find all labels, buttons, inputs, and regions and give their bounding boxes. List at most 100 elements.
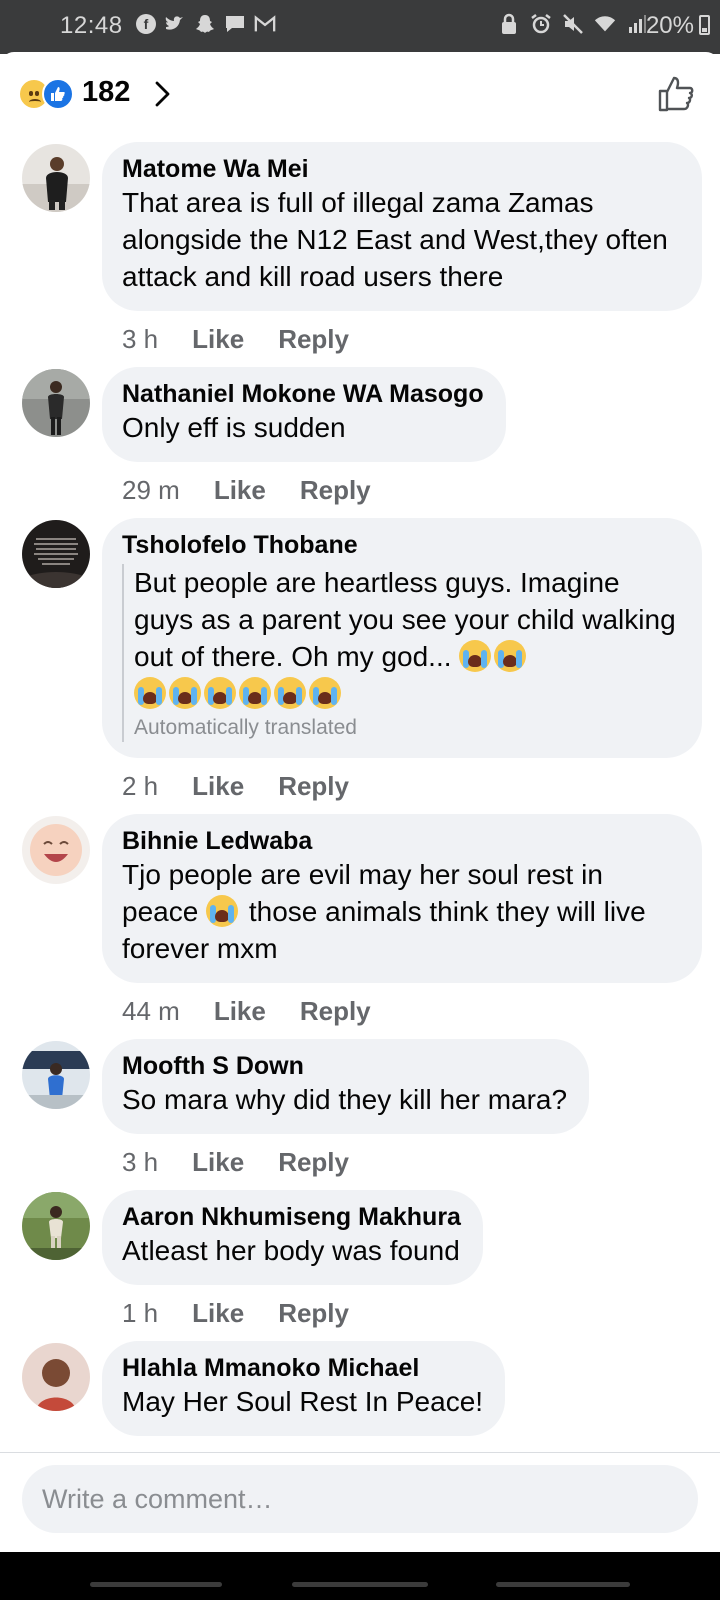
comment-text: That area is full of illegal zama Zamas … — [122, 187, 668, 292]
comment-item: Bihnie Ledwaba Tjo people are evil may h… — [0, 814, 720, 1039]
alarm-icon — [530, 12, 552, 36]
system-icons — [498, 12, 648, 36]
translated-block: But people are heartless guys. Imagine g… — [122, 564, 680, 742]
comment-author[interactable]: Moofth S Down — [122, 1051, 567, 1081]
comment-item: Tsholofelo Thobane But people are heartl… — [0, 518, 720, 814]
reaction-icons — [18, 78, 76, 110]
comment-time: 1 h — [122, 1297, 159, 1328]
comments-sheet: 182 Matome Wa Mei That area is full of i… — [0, 52, 720, 1552]
comment-text: Only eff is sudden — [122, 412, 346, 443]
crying-face-icon — [169, 677, 201, 709]
translation-note[interactable]: Automatically translated — [134, 714, 680, 742]
chevron-right-icon[interactable] — [148, 78, 178, 110]
reactions-bar[interactable]: 182 — [0, 52, 720, 136]
gmail-icon — [254, 12, 276, 36]
avatar[interactable] — [22, 816, 90, 884]
comment-author[interactable]: Tsholofelo Thobane — [122, 530, 680, 560]
crying-face-icon — [239, 677, 271, 709]
crying-face-icon — [274, 677, 306, 709]
battery-percent: 20% — [645, 12, 694, 39]
comment-author[interactable]: Hlahla Mmanoko Michael — [122, 1353, 483, 1383]
comment-item: Hlahla Mmanoko Michael May Her Soul Rest… — [0, 1341, 720, 1436]
avatar[interactable] — [22, 369, 90, 437]
comment-text-part: those animals think they will live forev… — [122, 896, 646, 964]
mute-icon — [562, 12, 584, 36]
comment-bubble[interactable]: Bihnie Ledwaba Tjo people are evil may h… — [102, 814, 702, 983]
like-button[interactable]: Like — [192, 1298, 244, 1329]
comment-author[interactable]: Bihnie Ledwaba — [122, 826, 680, 856]
crying-face-icon — [206, 895, 239, 927]
avatar[interactable] — [22, 1343, 90, 1411]
like-button[interactable]: Like — [214, 475, 266, 506]
twitter-icon — [164, 12, 186, 36]
crying-face-icon — [494, 640, 527, 672]
comment-item: Matome Wa Mei That area is full of illeg… — [0, 142, 720, 367]
crying-face-icon — [204, 677, 236, 709]
comment-bubble[interactable]: Nathaniel Mokone WA Masogo Only eff is s… — [102, 367, 506, 462]
comment-text-body: But people are heartless guys. Imagine g… — [134, 567, 676, 672]
comment-input[interactable] — [22, 1465, 698, 1533]
signal-icon — [626, 12, 648, 36]
status-bar: 12:48 f 20% — [0, 0, 720, 54]
like-button[interactable]: Like — [192, 324, 244, 355]
message-icon — [224, 12, 246, 36]
avatar[interactable] — [22, 1041, 90, 1109]
like-button[interactable]: Like — [214, 996, 266, 1027]
nav-back-button[interactable] — [496, 1582, 630, 1587]
like-button[interactable]: Like — [192, 1147, 244, 1178]
comment-bubble[interactable]: Matome Wa Mei That area is full of illeg… — [102, 142, 702, 311]
reply-button[interactable]: Reply — [300, 475, 371, 506]
comment-bubble[interactable]: Aaron Nkhumiseng Makhura Atleast her bod… — [102, 1190, 483, 1285]
comment-bubble[interactable]: Tsholofelo Thobane But people are heartl… — [102, 518, 702, 758]
comment-item: Nathaniel Mokone WA Masogo Only eff is s… — [0, 367, 720, 518]
crying-face-icon — [459, 640, 492, 672]
comment-author[interactable]: Matome Wa Mei — [122, 154, 680, 184]
lock-icon — [498, 12, 520, 36]
system-nav-bar — [0, 1552, 720, 1600]
reaction-count: 182 — [82, 76, 131, 108]
snapchat-icon — [194, 12, 216, 36]
comment-item: Aaron Nkhumiseng Makhura Atleast her bod… — [0, 1190, 720, 1341]
like-post-button[interactable] — [656, 74, 696, 114]
comment-actions: 2 h Like Reply — [102, 758, 702, 814]
nav-home-button[interactable] — [292, 1582, 428, 1587]
comment-list: Matome Wa Mei That area is full of illeg… — [0, 142, 720, 1498]
comment-bubble[interactable]: Hlahla Mmanoko Michael May Her Soul Rest… — [102, 1341, 506, 1436]
avatar[interactable] — [22, 1192, 90, 1260]
reply-button[interactable]: Reply — [300, 996, 371, 1027]
crying-face-icon — [134, 677, 166, 709]
comment-time: 3 h — [122, 323, 159, 354]
comment-text: So mara why did they kill her mara? — [122, 1084, 568, 1115]
comment-actions: 44 m Like Reply — [102, 983, 702, 1039]
like-button[interactable]: Like — [192, 771, 244, 802]
comment-time: 29 m — [122, 474, 180, 505]
battery-icon — [699, 15, 710, 35]
comment-text: Atleast her body was found — [122, 1235, 460, 1266]
comment-actions: 1 h Like Reply — [102, 1285, 702, 1341]
comment-time: 3 h — [122, 1146, 159, 1177]
comment-actions: 29 m Like Reply — [102, 462, 702, 518]
comment-actions: 3 h Like Reply — [102, 1134, 702, 1190]
reply-button[interactable]: Reply — [278, 771, 349, 802]
comment-actions: 3 h Like Reply — [102, 311, 702, 367]
notification-icons: f — [136, 12, 276, 36]
nav-recents-button[interactable] — [90, 1582, 222, 1587]
facebook-icon: f — [136, 14, 156, 34]
wifi-icon — [594, 12, 616, 36]
avatar[interactable] — [22, 520, 90, 588]
like-reaction-icon — [42, 78, 74, 110]
comment-time: 2 h — [122, 770, 159, 801]
reply-button[interactable]: Reply — [278, 1298, 349, 1329]
comment-bubble[interactable]: Moofth S Down So mara why did they kill … — [102, 1039, 590, 1134]
crying-face-icon — [309, 677, 341, 709]
reply-button[interactable]: Reply — [278, 1147, 349, 1178]
status-time: 12:48 — [60, 12, 123, 39]
reply-button[interactable]: Reply — [278, 324, 349, 355]
comment-author[interactable]: Aaron Nkhumiseng Makhura — [122, 1202, 461, 1232]
comment-text: Tjo people are evil may her soul rest in… — [122, 856, 680, 967]
thumbs-up-icon — [658, 76, 694, 112]
avatar[interactable] — [22, 144, 90, 212]
comment-item: Moofth S Down So mara why did they kill … — [0, 1039, 720, 1190]
comment-author[interactable]: Nathaniel Mokone WA Masogo — [122, 379, 484, 409]
comment-text: But people are heartless guys. Imagine g… — [134, 564, 680, 712]
